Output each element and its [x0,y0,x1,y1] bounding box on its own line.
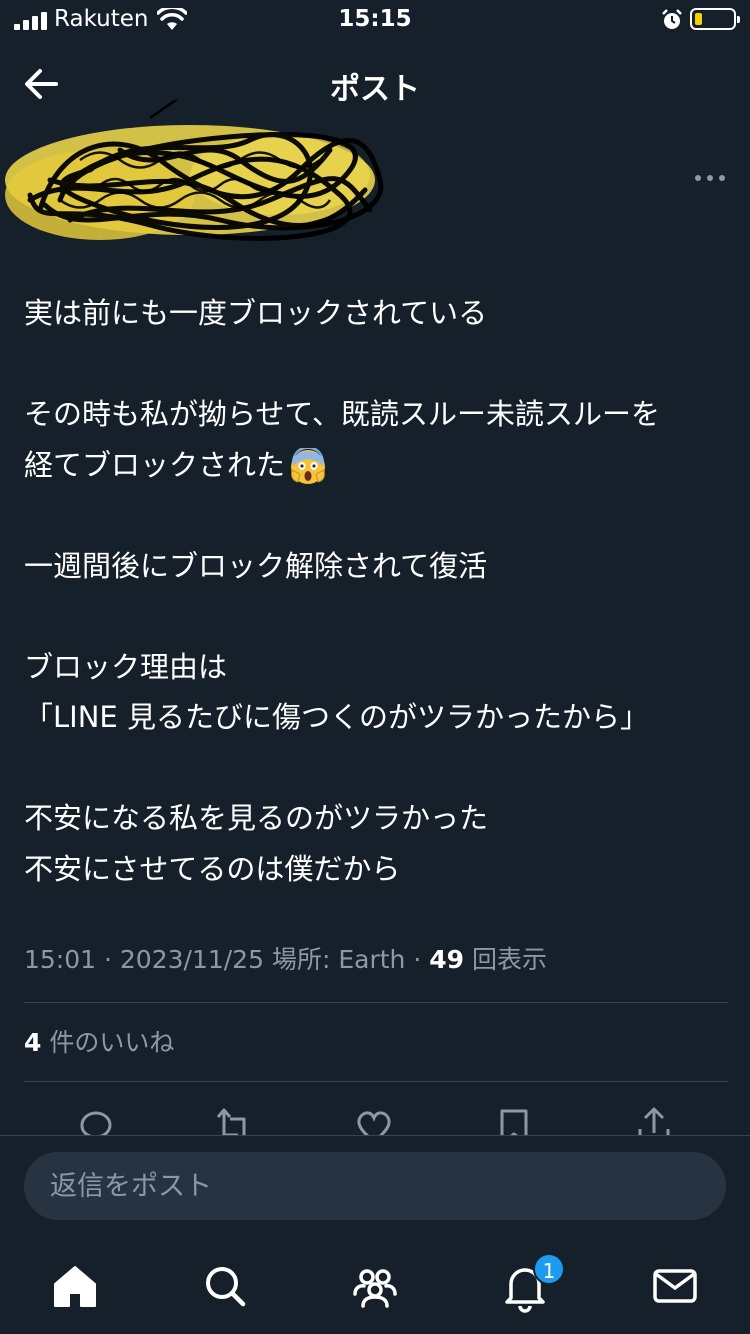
more-options-icon[interactable] [690,168,730,188]
reply-icon[interactable] [74,1105,118,1135]
post-line: ブロック理由は [24,649,228,684]
status-bar: Rakuten 15:15 [0,0,750,40]
post-location: 場所: Earth [271,945,406,974]
post-paragraph: 一週間後にブロック解除されて復活 [24,541,734,592]
alarm-icon [662,9,682,29]
post-time: 15:01 [24,945,97,974]
battery-icon [690,8,740,30]
author-info-redacted [5,100,384,241]
home-icon[interactable] [47,1258,103,1314]
communities-icon[interactable] [347,1258,403,1314]
post-detail-screen: Rakuten 15:15 ポスト 実は前にも一度ブロックされている その時も私… [0,0,750,1334]
post-line: 実は前にも一度ブロックされている [24,296,488,330]
post-paragraph: その時も私が拗らせて、既読スルー未読スルーを 経てブロックされた [24,389,734,490]
post-line: 経てブロックされた [24,447,286,482]
divider [24,1002,728,1003]
post-date: 2023/11/25 [119,945,264,974]
post-paragraph: 不安になる私を見るのがツラかった 不安にさせてるのは僕だから [24,793,734,894]
face-screaming-in-fear-icon [291,447,326,484]
views-count: 49 [429,945,465,974]
post-paragraph: ブロック理由は 「LINE 見るたびに傷つくのがツラかったから」 [24,642,734,743]
post-metadata: 15:01 · 2023/11/25 場所: Earth · 49 回表示 [24,945,547,974]
post-line: その時も私が拗らせて、既読スルー未読スルーを [24,397,660,431]
tab-bar [0,1250,750,1320]
notification-badge: 1 [533,1253,565,1285]
post-text: 実は前にも一度ブロックされている その時も私が拗らせて、既読スルー未読スルーを … [24,288,734,894]
post-paragraph: 実は前にも一度ブロックされている [24,288,734,339]
likes-summary[interactable]: 4 件のいいね [24,1023,174,1059]
repost-icon[interactable] [212,1105,256,1135]
like-icon[interactable] [352,1105,396,1135]
post-line: 一週間後にブロック解除されて復活 [24,548,488,583]
post-line: 不安にさせてるのは僕だから [24,851,401,886]
divider [24,1081,728,1082]
reply-composer[interactable] [24,1152,726,1220]
bookmark-icon[interactable] [492,1105,536,1135]
post-actions [0,1095,750,1135]
views-label: 回表示 [471,945,547,974]
post-line: 不安になる私を見るのがツラかった [24,801,489,835]
post-line-with-emoji: 経てブロックされた [24,440,734,491]
battery-level [695,13,702,25]
likes-label: 件のいいね [49,1028,175,1057]
clock-time: 15:15 [338,6,412,32]
search-icon[interactable] [197,1258,253,1314]
reply-input[interactable] [48,1152,698,1220]
messages-icon[interactable] [647,1258,703,1314]
post-line: 「LINE 見るたびに傷つくのがツラかったから」 [24,700,649,734]
likes-count: 4 [24,1028,42,1057]
share-icon[interactable] [632,1105,676,1135]
